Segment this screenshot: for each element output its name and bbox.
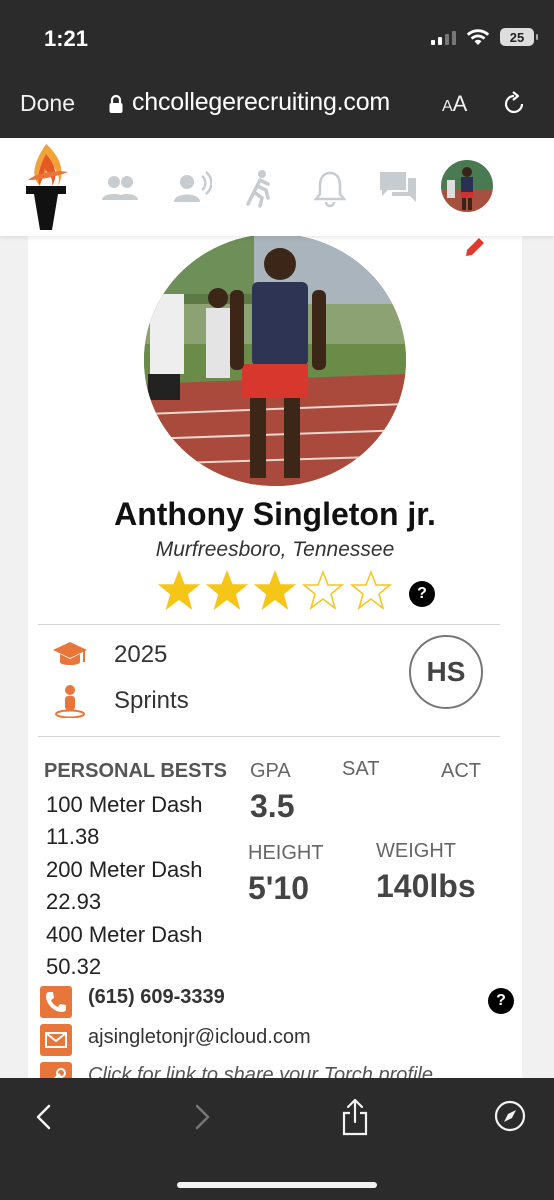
reload-icon[interactable] (500, 90, 528, 118)
user-avatar[interactable] (441, 160, 493, 212)
star-rating (158, 570, 392, 610)
web-page: ━━━━━━━━━━━━━━━━━━━━━━━ (0, 138, 554, 1078)
profile-photo[interactable] (144, 234, 406, 486)
pb-event: 100 Meter Dash (46, 792, 203, 817)
athlete-location-icon (55, 685, 85, 718)
text-size-label: A (452, 91, 468, 116)
act-label: ACT (441, 760, 481, 782)
star-filled-icon (206, 570, 248, 610)
divider (38, 736, 500, 737)
graduation-year-row: 2025 (52, 640, 167, 670)
event-name: Sprints (114, 687, 189, 714)
bell-icon[interactable] (310, 168, 350, 208)
status-bar: 1:21 25 (0, 0, 554, 72)
compass-icon[interactable] (494, 1100, 526, 1132)
rating-help-icon[interactable]: ? (409, 581, 435, 607)
recruit-voice-icon[interactable] (172, 168, 212, 208)
chat-icon[interactable] (378, 168, 418, 208)
athlete-location: Murfreesboro, Tennessee (155, 538, 395, 561)
back-icon[interactable] (30, 1102, 60, 1132)
forward-icon[interactable] (186, 1102, 216, 1132)
divider (38, 624, 500, 625)
weight-value: 140lbs (376, 868, 476, 904)
url-field[interactable]: chcollegerecruiting.com (132, 88, 390, 117)
profile-card: Anthony Singleton jr. Murfreesboro, Tenn… (28, 234, 522, 1078)
athlete-run-icon[interactable] (240, 168, 280, 208)
height-value: 5'10 (248, 870, 309, 906)
athlete-name: Anthony Singleton jr. (114, 496, 436, 532)
status-icons: 25 (431, 28, 538, 46)
people-icon[interactable] (100, 168, 140, 208)
contact-help-icon[interactable]: ? (488, 988, 514, 1014)
star-empty-icon (350, 570, 392, 610)
pb-mark: 50.32 (46, 954, 102, 979)
wifi-icon (466, 29, 490, 45)
top-navigation: ━━━━━━━━━━━━━━━━━━━━━━━ (0, 138, 554, 236)
level-badge: HS (409, 635, 483, 709)
pb-event: 400 Meter Dash (46, 922, 203, 947)
graduation-year: 2025 (114, 641, 168, 668)
cellular-signal-icon (431, 29, 456, 45)
phone-icon[interactable] (40, 986, 72, 1018)
done-button[interactable]: Done (20, 90, 75, 117)
event-row: Sprints (52, 684, 189, 718)
pb-mark: 22.93 (46, 889, 102, 914)
share-icon[interactable] (339, 1098, 371, 1136)
weight-label: WEIGHT (376, 840, 456, 862)
home-indicator[interactable] (177, 1182, 377, 1188)
phone-number[interactable]: (615) 609-3339 (88, 986, 225, 1009)
battery-indicator: 25 (500, 28, 538, 46)
torch-logo[interactable] (20, 142, 72, 232)
share-profile-link[interactable]: Click for link to share your Torch profi… (88, 1064, 433, 1078)
pb-event: 200 Meter Dash (46, 857, 203, 882)
share-link-icon[interactable] (40, 1062, 72, 1078)
browser-url-bar: Done chcollegerecruiting.com AA (0, 72, 554, 138)
email-icon[interactable] (40, 1024, 72, 1056)
lock-icon (109, 94, 123, 113)
star-filled-icon (254, 570, 296, 610)
email-address[interactable]: ajsingletonjr@icloud.com (88, 1026, 311, 1049)
gpa-label: GPA (250, 760, 291, 782)
status-time: 1:21 (44, 26, 89, 51)
pb-mark: 11.38 (46, 824, 100, 849)
star-filled-icon (158, 570, 200, 610)
height-label: HEIGHT (248, 842, 324, 864)
personal-bests-heading: PERSONAL BESTS (44, 760, 227, 782)
edit-pencil-icon[interactable] (464, 236, 488, 258)
star-empty-icon (302, 570, 344, 610)
sat-label: SAT (342, 758, 380, 780)
gpa-value: 3.5 (250, 788, 295, 824)
text-size-button[interactable]: AA (442, 91, 467, 117)
nav-scrolled-labels: ━━━━━━━━━━━━━━━━━━━━━━━ (0, 138, 554, 144)
graduation-cap-icon (53, 642, 87, 665)
